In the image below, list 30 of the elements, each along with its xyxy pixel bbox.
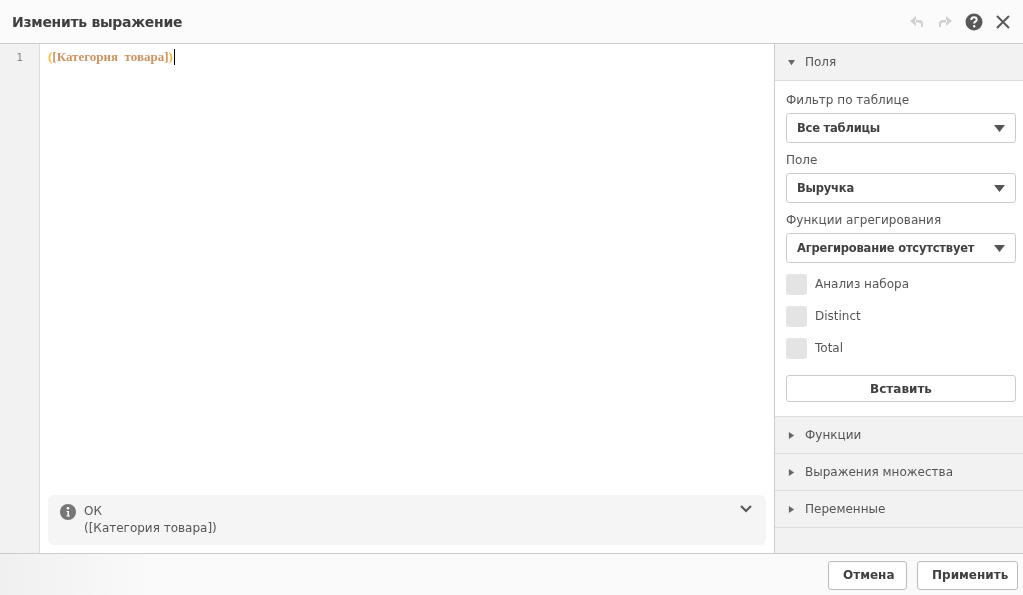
status-title: ОК [84, 504, 103, 518]
dropdown[interactable]: Агрегирование отсутствует [786, 233, 1016, 263]
checkbox-label: Анализ набора [815, 277, 909, 291]
cancel-button[interactable]: Отмена [828, 560, 907, 590]
insert-button[interactable]: Вставить [786, 375, 1016, 402]
status-expression: ([Категория товара]) [84, 521, 217, 535]
checkbox[interactable] [786, 305, 807, 327]
close-icon[interactable] [995, 13, 1011, 30]
info-icon [60, 504, 76, 520]
checkbox[interactable] [786, 337, 807, 359]
caret-icon [788, 468, 795, 476]
field-label: Поле [786, 153, 819, 167]
apply-button[interactable]: Применить [917, 560, 1018, 590]
line-number: 1 [15, 51, 24, 64]
caret-icon [788, 58, 795, 66]
field-label: Функции агрегирования [786, 213, 943, 227]
checkbox[interactable] [786, 273, 807, 295]
caret-icon [788, 431, 795, 439]
field-label: Фильтр по таблице [786, 93, 911, 107]
caret-icon [788, 505, 795, 513]
help-icon[interactable] [965, 12, 983, 31]
caret-icon [994, 244, 1005, 252]
checkbox-label: Distinct [815, 309, 861, 323]
checkbox-label: Total [815, 341, 844, 355]
chevron-icon[interactable] [740, 505, 752, 513]
window-title: Изменить выражение [12, 13, 184, 30]
dropdown[interactable]: Все таблицы [786, 113, 1016, 143]
caret-icon [994, 184, 1005, 192]
dropdown[interactable]: Выручка [786, 173, 1016, 203]
caret-icon [994, 124, 1005, 132]
